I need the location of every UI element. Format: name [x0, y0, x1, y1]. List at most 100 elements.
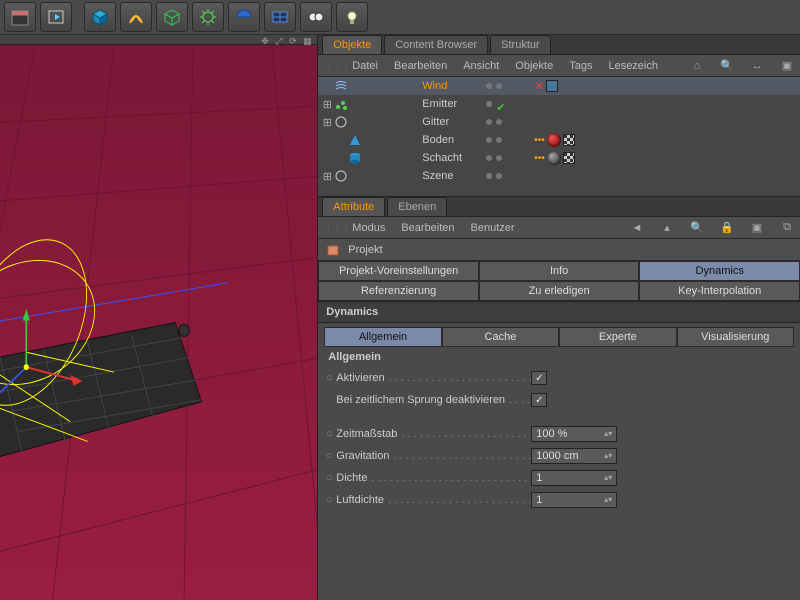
gravitation-field[interactable]: 1000 cm▴▾: [531, 448, 617, 464]
search-icon[interactable]: 🔍: [690, 221, 704, 235]
vis-dot-icon[interactable]: [486, 83, 492, 89]
viewport[interactable]: [0, 45, 317, 600]
vis-dot-icon[interactable]: [486, 119, 492, 125]
deaktivieren-checkbox[interactable]: ✓: [531, 393, 547, 407]
expand-icon[interactable]: ⊞: [322, 98, 332, 111]
subtab-visualisierung[interactable]: Visualisierung: [677, 327, 794, 347]
attr-tab-referenzierung[interactable]: Referenzierung: [318, 281, 479, 301]
spinner-icon[interactable]: ▴▾: [604, 453, 612, 459]
vis-dot-icon[interactable]: [496, 83, 502, 89]
om-menu-bearbeiten[interactable]: Bearbeiten: [394, 60, 447, 72]
anim-bullet-icon[interactable]: ○: [326, 450, 336, 462]
up-icon[interactable]: ▴: [660, 221, 674, 235]
om-menu-datei[interactable]: Datei: [352, 60, 378, 72]
object-label[interactable]: Emitter: [422, 98, 486, 110]
lock-icon[interactable]: 🔒: [720, 221, 734, 235]
zeitmassstab-field[interactable]: 100 %▴▾: [531, 426, 617, 442]
dots-tag-icon[interactable]: •••: [534, 153, 545, 164]
object-row-boden[interactable]: Boden •••: [318, 131, 800, 149]
vis-dot-icon[interactable]: [496, 173, 502, 179]
tool-gear-icon[interactable]: [192, 2, 224, 32]
home-icon[interactable]: ⌂: [690, 59, 704, 73]
tab-ebenen[interactable]: Ebenen: [387, 197, 447, 216]
vis-dot-icon[interactable]: [496, 119, 502, 125]
move-icon[interactable]: ✥: [261, 36, 269, 44]
object-label[interactable]: Szene: [422, 170, 486, 182]
drag-handle-icon[interactable]: ⋮⋮⋮: [324, 223, 336, 232]
tab-content-browser[interactable]: Content Browser: [384, 35, 488, 54]
disable-tag-icon[interactable]: ✕: [534, 79, 544, 93]
am-menu-modus[interactable]: Modus: [352, 222, 385, 234]
vis-dot-icon[interactable]: [496, 155, 502, 161]
dots-tag-icon[interactable]: •••: [534, 135, 545, 146]
tool-goggles-icon[interactable]: [300, 2, 332, 32]
material-tag-icon[interactable]: [547, 151, 561, 165]
tool-cube-wire-icon[interactable]: [156, 2, 188, 32]
anim-bullet-icon[interactable]: ○: [326, 372, 336, 384]
zoom-icon[interactable]: ⤢: [275, 36, 283, 44]
object-label[interactable]: Wind: [422, 80, 486, 92]
spinner-icon[interactable]: ▴▾: [604, 497, 612, 503]
tool-grid-icon[interactable]: [264, 2, 296, 32]
layout-icon[interactable]: ▦: [303, 36, 311, 44]
tool-clapper-icon[interactable]: [4, 2, 36, 32]
attr-tab-key-interpolation[interactable]: Key-Interpolation: [639, 281, 800, 301]
tab-struktur[interactable]: Struktur: [490, 35, 551, 54]
texture-tag-icon[interactable]: [563, 134, 575, 146]
subtab-experte[interactable]: Experte: [559, 327, 676, 347]
vis-dot-icon[interactable]: [486, 137, 492, 143]
new-window-icon[interactable]: ⧉: [780, 221, 794, 235]
anim-bullet-icon[interactable]: ○: [326, 428, 336, 440]
tool-sphere-half-icon[interactable]: [228, 2, 260, 32]
anim-bullet-icon[interactable]: ○: [326, 472, 336, 484]
dichte-field[interactable]: 1▴▾: [531, 470, 617, 486]
object-row-szene[interactable]: ⊞ Szene: [318, 167, 800, 185]
rotate-icon[interactable]: ⟳: [289, 36, 297, 44]
luftdichte-field[interactable]: 1▴▾: [531, 492, 617, 508]
am-menu-bearbeiten[interactable]: Bearbeiten: [401, 222, 454, 234]
object-row-wind[interactable]: Wind ✕: [318, 77, 800, 95]
object-label[interactable]: Boden: [422, 134, 486, 146]
vis-dot-icon[interactable]: [496, 137, 502, 143]
object-row-emitter[interactable]: ⊞ Emitter ✔: [318, 95, 800, 113]
tab-attribute[interactable]: Attribute: [322, 197, 385, 216]
arrow-icon[interactable]: ↔: [750, 59, 764, 73]
attr-tab-projekt-voreinstellungen[interactable]: Projekt-Voreinstellungen: [318, 261, 479, 281]
vis-dot-icon[interactable]: [486, 173, 492, 179]
spinner-icon[interactable]: ▴▾: [604, 475, 612, 481]
grid-tag-icon[interactable]: [546, 80, 558, 92]
spinner-icon[interactable]: ▴▾: [604, 431, 612, 437]
anim-bullet-icon[interactable]: ○: [326, 494, 336, 506]
object-row-schacht[interactable]: Schacht •••: [318, 149, 800, 167]
tool-light-icon[interactable]: [336, 2, 368, 32]
object-label[interactable]: Gitter: [422, 116, 486, 128]
tool-coil-icon[interactable]: [120, 2, 152, 32]
tab-objekte[interactable]: Objekte: [322, 35, 382, 54]
vis-dot-icon[interactable]: [486, 101, 492, 107]
subtab-cache[interactable]: Cache: [442, 327, 559, 347]
expand-icon[interactable]: ⊞: [322, 170, 332, 183]
material-tag-icon[interactable]: [547, 133, 561, 147]
object-label[interactable]: Schacht: [422, 152, 486, 164]
om-menu-ansicht[interactable]: Ansicht: [463, 60, 499, 72]
settings-icon[interactable]: ▣: [750, 221, 764, 235]
om-menu-objekte[interactable]: Objekte: [515, 60, 553, 72]
vis-dot-icon[interactable]: [486, 155, 492, 161]
am-menu-benutzer[interactable]: Benutzer: [471, 222, 515, 234]
object-row-gitter[interactable]: ⊞ Gitter: [318, 113, 800, 131]
om-menu-tags[interactable]: Tags: [569, 60, 592, 72]
tool-cube-icon[interactable]: [84, 2, 116, 32]
attr-tab-dynamics[interactable]: Dynamics: [639, 261, 800, 281]
subtab-allgemein[interactable]: Allgemein: [324, 327, 441, 347]
viewport-nav-strip[interactable]: ✥ ⤢ ⟳ ▦: [0, 35, 317, 45]
attr-tab-info[interactable]: Info: [479, 261, 640, 281]
layout-toggle-icon[interactable]: ▣: [780, 59, 794, 73]
expand-icon[interactable]: ⊞: [322, 116, 332, 129]
om-menu-lesezeichen[interactable]: Lesezeich: [608, 60, 658, 72]
attr-tab-zu-erledigen[interactable]: Zu erledigen: [479, 281, 640, 301]
search-icon[interactable]: 🔍: [720, 59, 734, 73]
aktivieren-checkbox[interactable]: ✓: [531, 371, 547, 385]
back-icon[interactable]: ◄: [630, 221, 644, 235]
enable-check-icon[interactable]: ✔: [496, 101, 502, 107]
tool-frame-icon[interactable]: [40, 2, 72, 32]
